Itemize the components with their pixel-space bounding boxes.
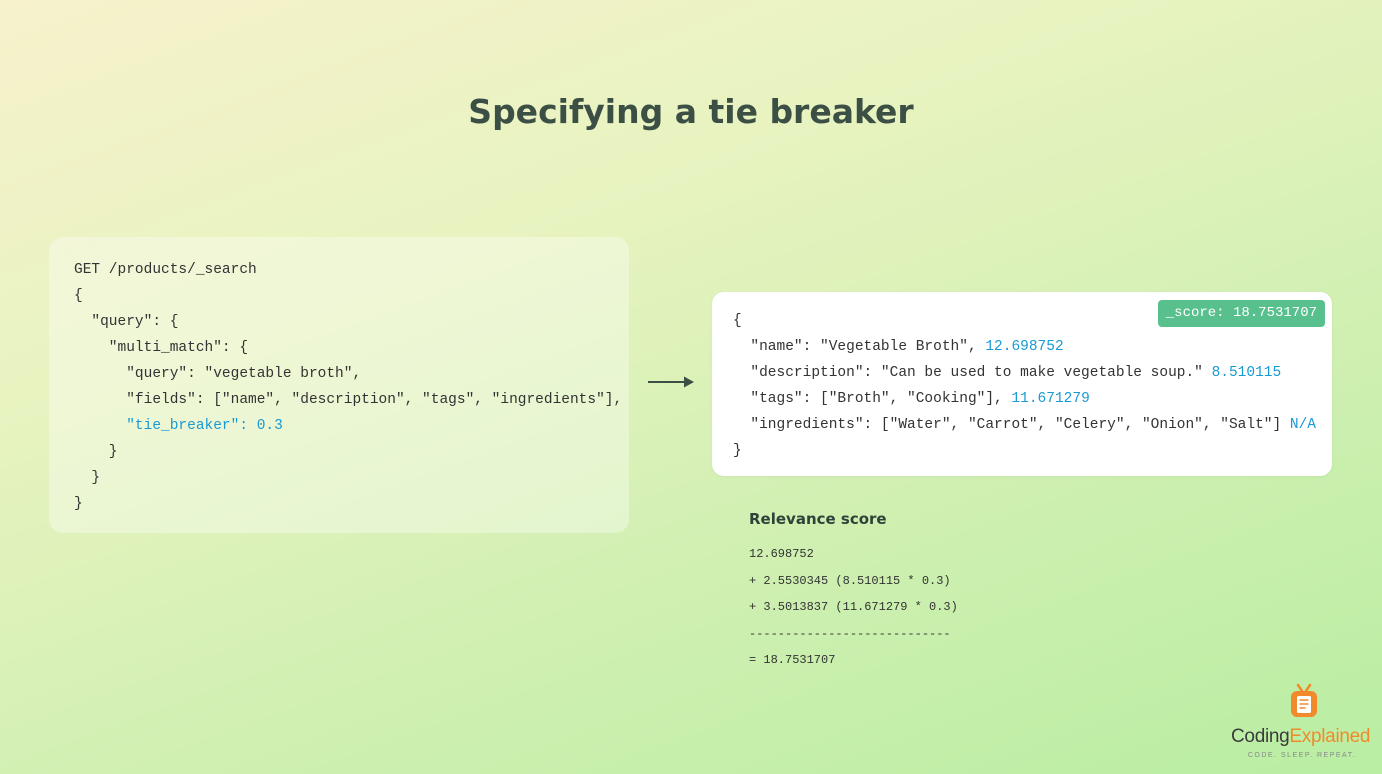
calc-line: + 2.5530345 (8.510115 * 0.3) (749, 573, 951, 588)
code-line: { (74, 288, 83, 304)
field-text: "name": "Vegetable Broth", (733, 339, 986, 355)
field-text: "tags": ["Broth", "Cooking"], (733, 391, 1012, 407)
result-field-name: "name": "Vegetable Broth", 12.698752 (733, 334, 1316, 360)
calc-line: 12.698752 (749, 547, 814, 561)
relevance-score-heading: Relevance score (749, 510, 887, 528)
logo-wordmark: CodingExplained (1231, 726, 1370, 748)
query-code: GET /products/_search { "query": { "mult… (74, 257, 622, 517)
relevance-calculation: 12.698752 + 2.5530345 (8.510115 * 0.3) +… (749, 541, 958, 674)
calc-divider: ---------------------------- (749, 626, 951, 641)
field-score: 11.671279 (1011, 391, 1090, 407)
logo-word-explained: Explained (1289, 726, 1371, 747)
code-line: "multi_match": { (74, 340, 249, 356)
field-score: N/A (1289, 417, 1316, 433)
code-line: } (74, 470, 101, 486)
query-code-panel: GET /products/_search { "query": { "mult… (49, 237, 629, 533)
result-document-panel: _score: 18.7531707 { "name": "Vegetable … (712, 292, 1332, 476)
field-score: 12.698752 (985, 339, 1064, 355)
field-text: "description": "Can be used to make vege… (733, 365, 1212, 381)
logo-tagline: CODE. SLEEP. REPEAT. (1247, 752, 1357, 759)
field-text: "ingredients": ["Water", "Carrot", "Cele… (733, 417, 1290, 433)
result-field-description: "description": "Can be used to make vege… (733, 360, 1316, 386)
calc-result: = 18.7531707 (749, 653, 836, 667)
calc-line: + 3.5013837 (11.671279 * 0.3) (749, 600, 958, 614)
page-title: Specifying a tie breaker (468, 92, 914, 131)
coding-explained-logo: CodingExplained CODE. SLEEP. REPEAT. (1228, 683, 1378, 763)
code-line: } (74, 444, 118, 460)
logo-word-coding: Coding (1231, 726, 1290, 747)
result-line: } (733, 443, 742, 459)
result-field-ingredients: "ingredients": ["Water", "Carrot", "Cele… (733, 412, 1316, 438)
code-line-tie-breaker: "tie_breaker": 0.3 (74, 418, 283, 434)
result-line: { (733, 313, 742, 329)
tv-document-icon (1291, 683, 1317, 717)
code-line: "query": { (74, 314, 179, 330)
result-document: { "name": "Vegetable Broth", 12.698752 "… (733, 308, 1316, 464)
code-line: "query": "vegetable broth", (74, 366, 362, 382)
code-line: "fields": ["name", "description", "tags"… (74, 392, 623, 408)
field-score: 8.510115 (1211, 365, 1282, 381)
result-field-tags: "tags": ["Broth", "Cooking"], 11.671279 (733, 386, 1316, 412)
arrow-right-icon (648, 376, 694, 388)
code-line: } (74, 496, 83, 512)
code-line: GET /products/_search (74, 262, 257, 278)
